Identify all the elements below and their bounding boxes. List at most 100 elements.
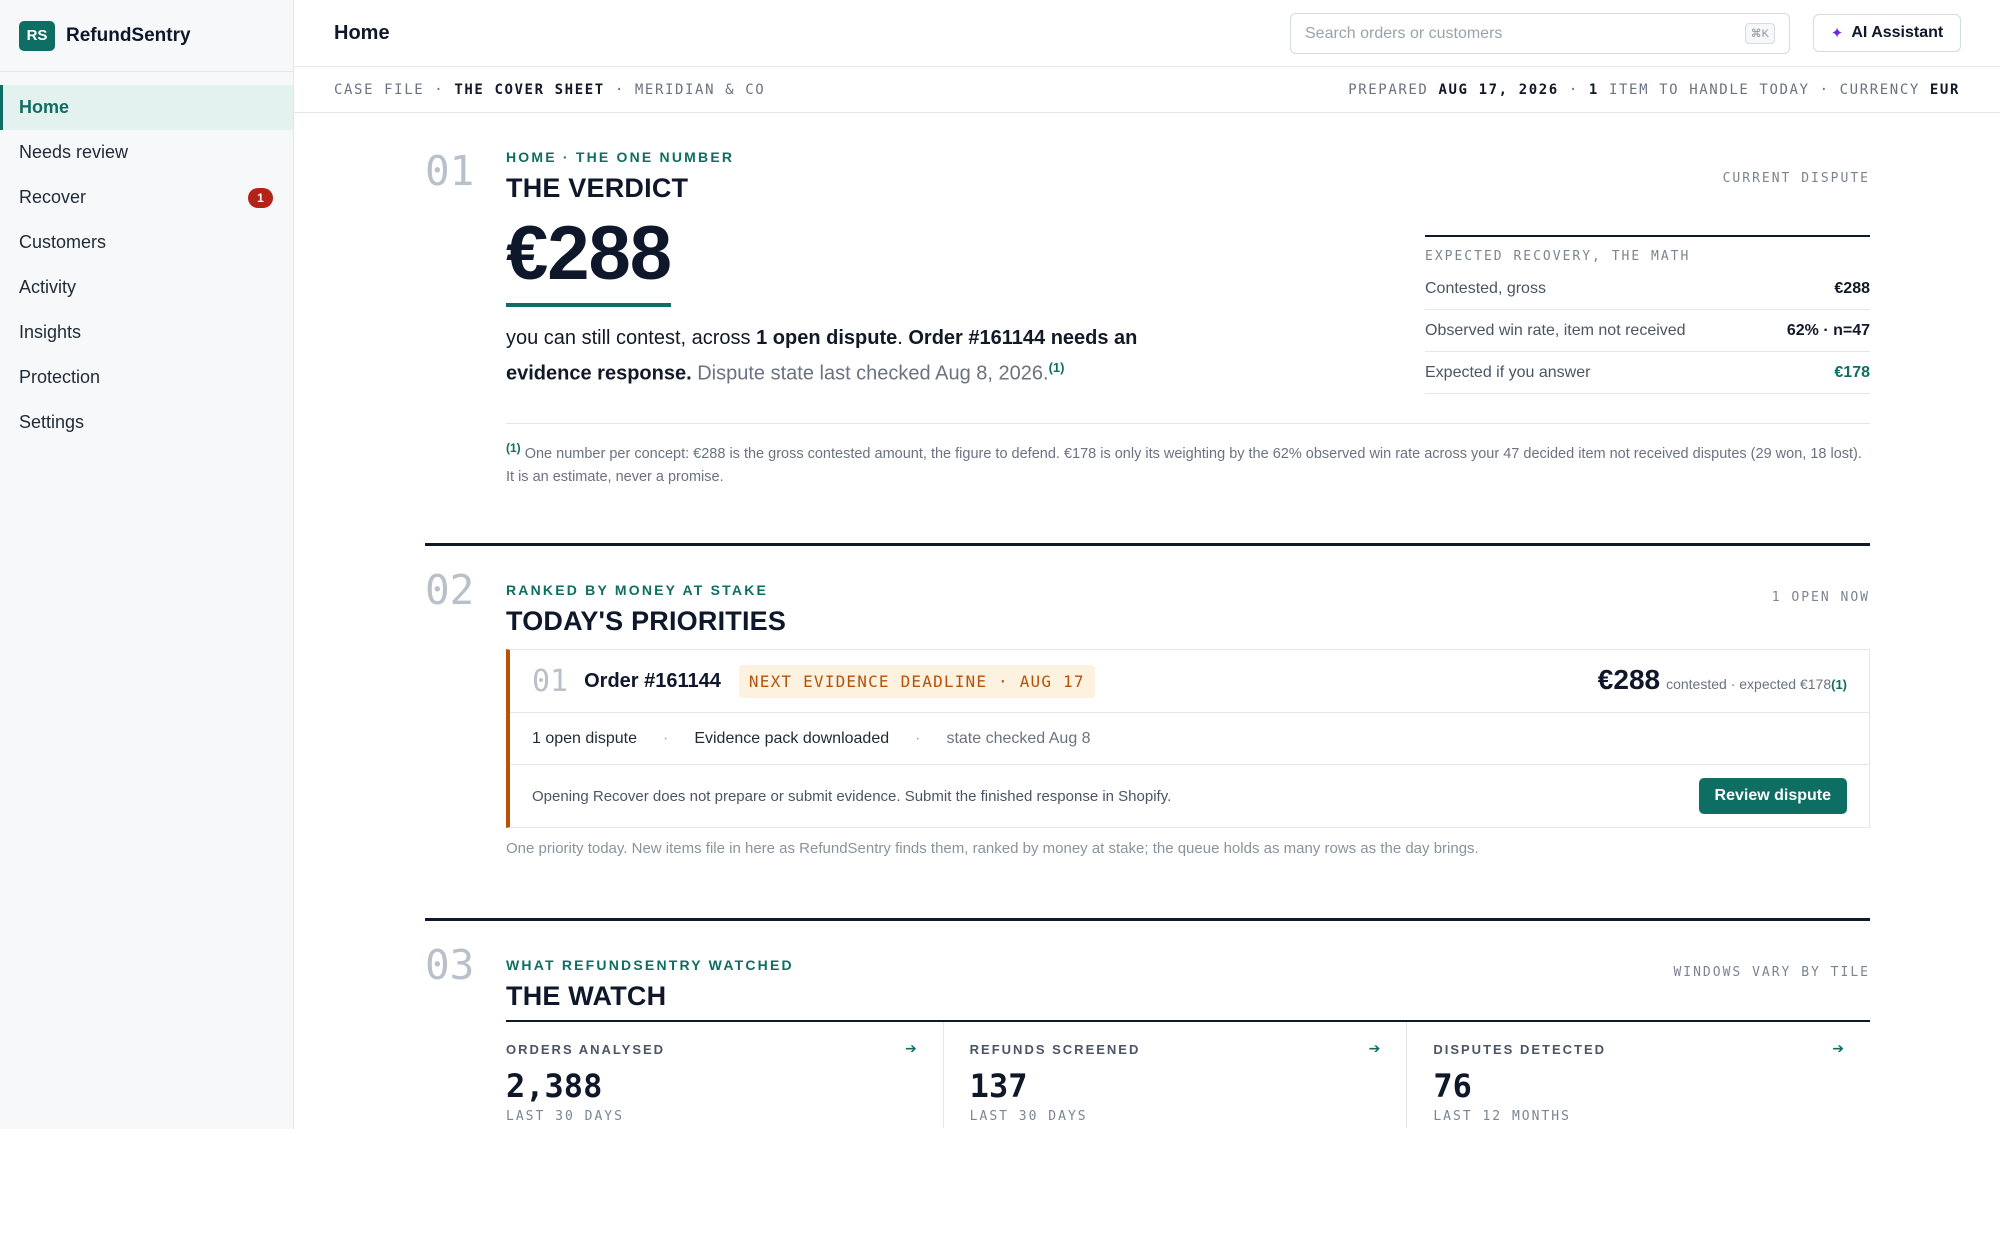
priority-card[interactable]: 01 Order #161144 NEXT EVIDENCE DEADLINE … xyxy=(506,649,1870,828)
strip-text: THE COVER SHEET xyxy=(454,81,605,98)
tile-value: 2,388 xyxy=(506,1067,603,1105)
recover-count-badge: 1 xyxy=(248,188,273,208)
sidebar-item-insights[interactable]: Insights xyxy=(0,310,293,355)
tile-label: REFUNDS SCREENED xyxy=(969,1042,1141,1057)
verdict-summary: you can still contest, across 1 open dis… xyxy=(506,323,1186,389)
tile-refunds-screened[interactable]: REFUNDS SCREENED ➔ 137 LAST 30 DAYS xyxy=(942,1022,1407,1128)
sidebar-item-activity[interactable]: Activity xyxy=(0,265,293,310)
sidebar-item-label: Insights xyxy=(19,322,82,342)
main-content: 01 CURRENT DISPUTE HOME · THE ONE NUMBER… xyxy=(425,113,1870,1128)
tile-window: LAST 30 DAYS xyxy=(969,1109,1088,1124)
priority-meta: 1 open dispute · Evidence pack downloade… xyxy=(510,713,1869,765)
tile-window: LAST 12 MONTHS xyxy=(1433,1109,1571,1124)
case-file-label: CASE FILE · THE COVER SHEET · MERIDIAN &… xyxy=(334,82,765,98)
search-box[interactable]: ⌘K xyxy=(1290,13,1790,54)
math-row-value: €178 xyxy=(1834,363,1870,381)
sidebar-item-label: Activity xyxy=(19,277,77,297)
verdict-section: 01 CURRENT DISPUTE HOME · THE ONE NUMBER… xyxy=(425,113,1870,543)
section-title: THE VERDICT xyxy=(506,173,689,203)
priority-note: Opening Recover does not prepare or subm… xyxy=(532,787,1172,805)
section-number: 01 xyxy=(425,147,475,195)
priorities-section: 02 1 OPEN NOW RANKED BY MONEY AT STAKE T… xyxy=(425,546,1870,918)
priority-card-header: 01 Order #161144 NEXT EVIDENCE DEADLINE … xyxy=(510,650,1869,713)
sidebar-item-label: Customers xyxy=(19,232,107,252)
sidebar-item-home[interactable]: Home xyxy=(0,85,293,130)
math-row-label: Observed win rate, item not received xyxy=(1425,321,1686,339)
search-input[interactable] xyxy=(1305,24,1745,43)
sidebar: RS RefundSentry Home Needs review Recove… xyxy=(0,0,294,1129)
priority-footer: Opening Recover does not prepare or subm… xyxy=(510,765,1869,827)
sidebar-item-label: Recover xyxy=(19,187,87,207)
priorities-footer-note: One priority today. New items file in he… xyxy=(506,840,1479,857)
sidebar-item-protection[interactable]: Protection xyxy=(0,355,293,400)
strip-text: · MERIDIAN & CO xyxy=(604,81,766,98)
contested-amount: €288 xyxy=(1597,664,1661,695)
priority-amount: €288 contested · expected €178 (1) xyxy=(1598,664,1847,696)
math-row: Observed win rate, item not received 62% … xyxy=(1425,310,1870,352)
sidebar-item-settings[interactable]: Settings xyxy=(0,400,293,445)
sidebar-item-customers[interactable]: Customers xyxy=(0,220,293,265)
order-number[interactable]: Order #161144 xyxy=(584,670,721,693)
sidebar-item-recover[interactable]: Recover 1 xyxy=(0,175,293,220)
section-title: TODAY'S PRIORITIES xyxy=(506,606,787,636)
strip-text: CASE FILE · xyxy=(334,81,455,98)
meta-evidence-status: Evidence pack downloaded xyxy=(694,729,890,747)
watch-section: 03 WINDOWS VARY BY TILE WHAT REFUNDSENTR… xyxy=(425,921,1870,1128)
section-tag: CURRENT DISPUTE xyxy=(1722,171,1870,186)
math-row: Contested, gross €288 xyxy=(1425,268,1870,310)
brand[interactable]: RS RefundSentry xyxy=(0,0,293,72)
section-tag: WINDOWS VARY BY TILE xyxy=(1673,965,1870,980)
tile-label: ORDERS ANALYSED xyxy=(506,1042,666,1057)
section-eyebrow: HOME · THE ONE NUMBER xyxy=(506,149,735,165)
tile-orders-analysed[interactable]: ORDERS ANALYSED ➔ 2,388 LAST 30 DAYS xyxy=(506,1022,943,1128)
footnote-marker: (1) xyxy=(506,441,521,455)
tile-disputes-detected[interactable]: DISPUTES DETECTED ➔ 76 LAST 12 MONTHS xyxy=(1406,1022,1870,1128)
sidebar-item-needs-review[interactable]: Needs review xyxy=(0,130,293,175)
sidebar-item-label: Protection xyxy=(19,367,101,387)
meta-separator: · xyxy=(915,729,921,747)
math-row-label: Expected if you answer xyxy=(1425,363,1591,381)
math-row-value: €288 xyxy=(1834,279,1870,297)
sidebar-item-label: Home xyxy=(19,97,70,117)
sparkle-icon: ✦ xyxy=(1830,25,1844,42)
tile-value: 76 xyxy=(1433,1067,1472,1105)
section-eyebrow: WHAT REFUNDSENTRY WATCHED xyxy=(506,957,794,973)
strip-text: 1 xyxy=(1588,81,1599,98)
summary-text: 1 open dispute xyxy=(756,327,898,349)
watch-tiles: ORDERS ANALYSED ➔ 2,388 LAST 30 DAYS REF… xyxy=(506,1020,1870,1128)
prepared-info: PREPARED AUG 17, 2026 · 1 ITEM TO HANDLE… xyxy=(1348,82,1960,98)
arrow-right-icon[interactable]: ➔ xyxy=(905,1040,917,1057)
footnote-text: One number per concept: €288 is the gros… xyxy=(506,445,1862,485)
strip-text: PREPARED xyxy=(1348,81,1439,98)
verdict-footnote: (1) One number per concept: €288 is the … xyxy=(506,423,1870,489)
footnote-marker[interactable]: (1) xyxy=(1831,677,1847,692)
ai-assistant-label: AI Assistant xyxy=(1851,24,1944,41)
arrow-right-icon[interactable]: ➔ xyxy=(1832,1040,1844,1057)
meta-open-disputes: 1 open dispute xyxy=(532,729,637,747)
arrow-right-icon[interactable]: ➔ xyxy=(1369,1040,1381,1057)
tile-value: 137 xyxy=(969,1067,1028,1105)
strip-text: · xyxy=(1558,81,1589,98)
sidebar-item-label: Needs review xyxy=(19,142,129,162)
math-row: Expected if you answer €178 xyxy=(1425,352,1870,394)
meta-state-checked: state checked Aug 8 xyxy=(946,729,1091,747)
footnote-marker[interactable]: (1) xyxy=(1049,360,1065,375)
summary-text: . xyxy=(897,327,909,349)
section-title: THE WATCH xyxy=(506,981,667,1011)
math-row-value: 62% · n=47 xyxy=(1786,321,1870,339)
section-number: 03 xyxy=(425,941,475,989)
strip-text: EUR xyxy=(1929,81,1960,98)
summary-text: you can still contest, across xyxy=(506,327,757,349)
review-dispute-button[interactable]: Review dispute xyxy=(1698,778,1847,814)
math-row-label: Contested, gross xyxy=(1425,279,1546,297)
strip-text: AUG 17, 2026 xyxy=(1438,81,1559,98)
brand-name: RefundSentry xyxy=(66,24,191,46)
search-shortcut-hint: ⌘K xyxy=(1744,23,1775,44)
section-eyebrow: RANKED BY MONEY AT STAKE xyxy=(506,582,769,598)
brand-logo: RS xyxy=(19,20,55,51)
summary-text: Dispute state last checked Aug 8, 2026. xyxy=(691,362,1049,385)
ai-assistant-button[interactable]: ✦ AI Assistant xyxy=(1813,14,1961,52)
top-bar: Home ⌘K ✦ AI Assistant xyxy=(294,0,2000,67)
verdict-amount: €288 xyxy=(506,210,672,307)
page-title: Home xyxy=(334,22,390,44)
